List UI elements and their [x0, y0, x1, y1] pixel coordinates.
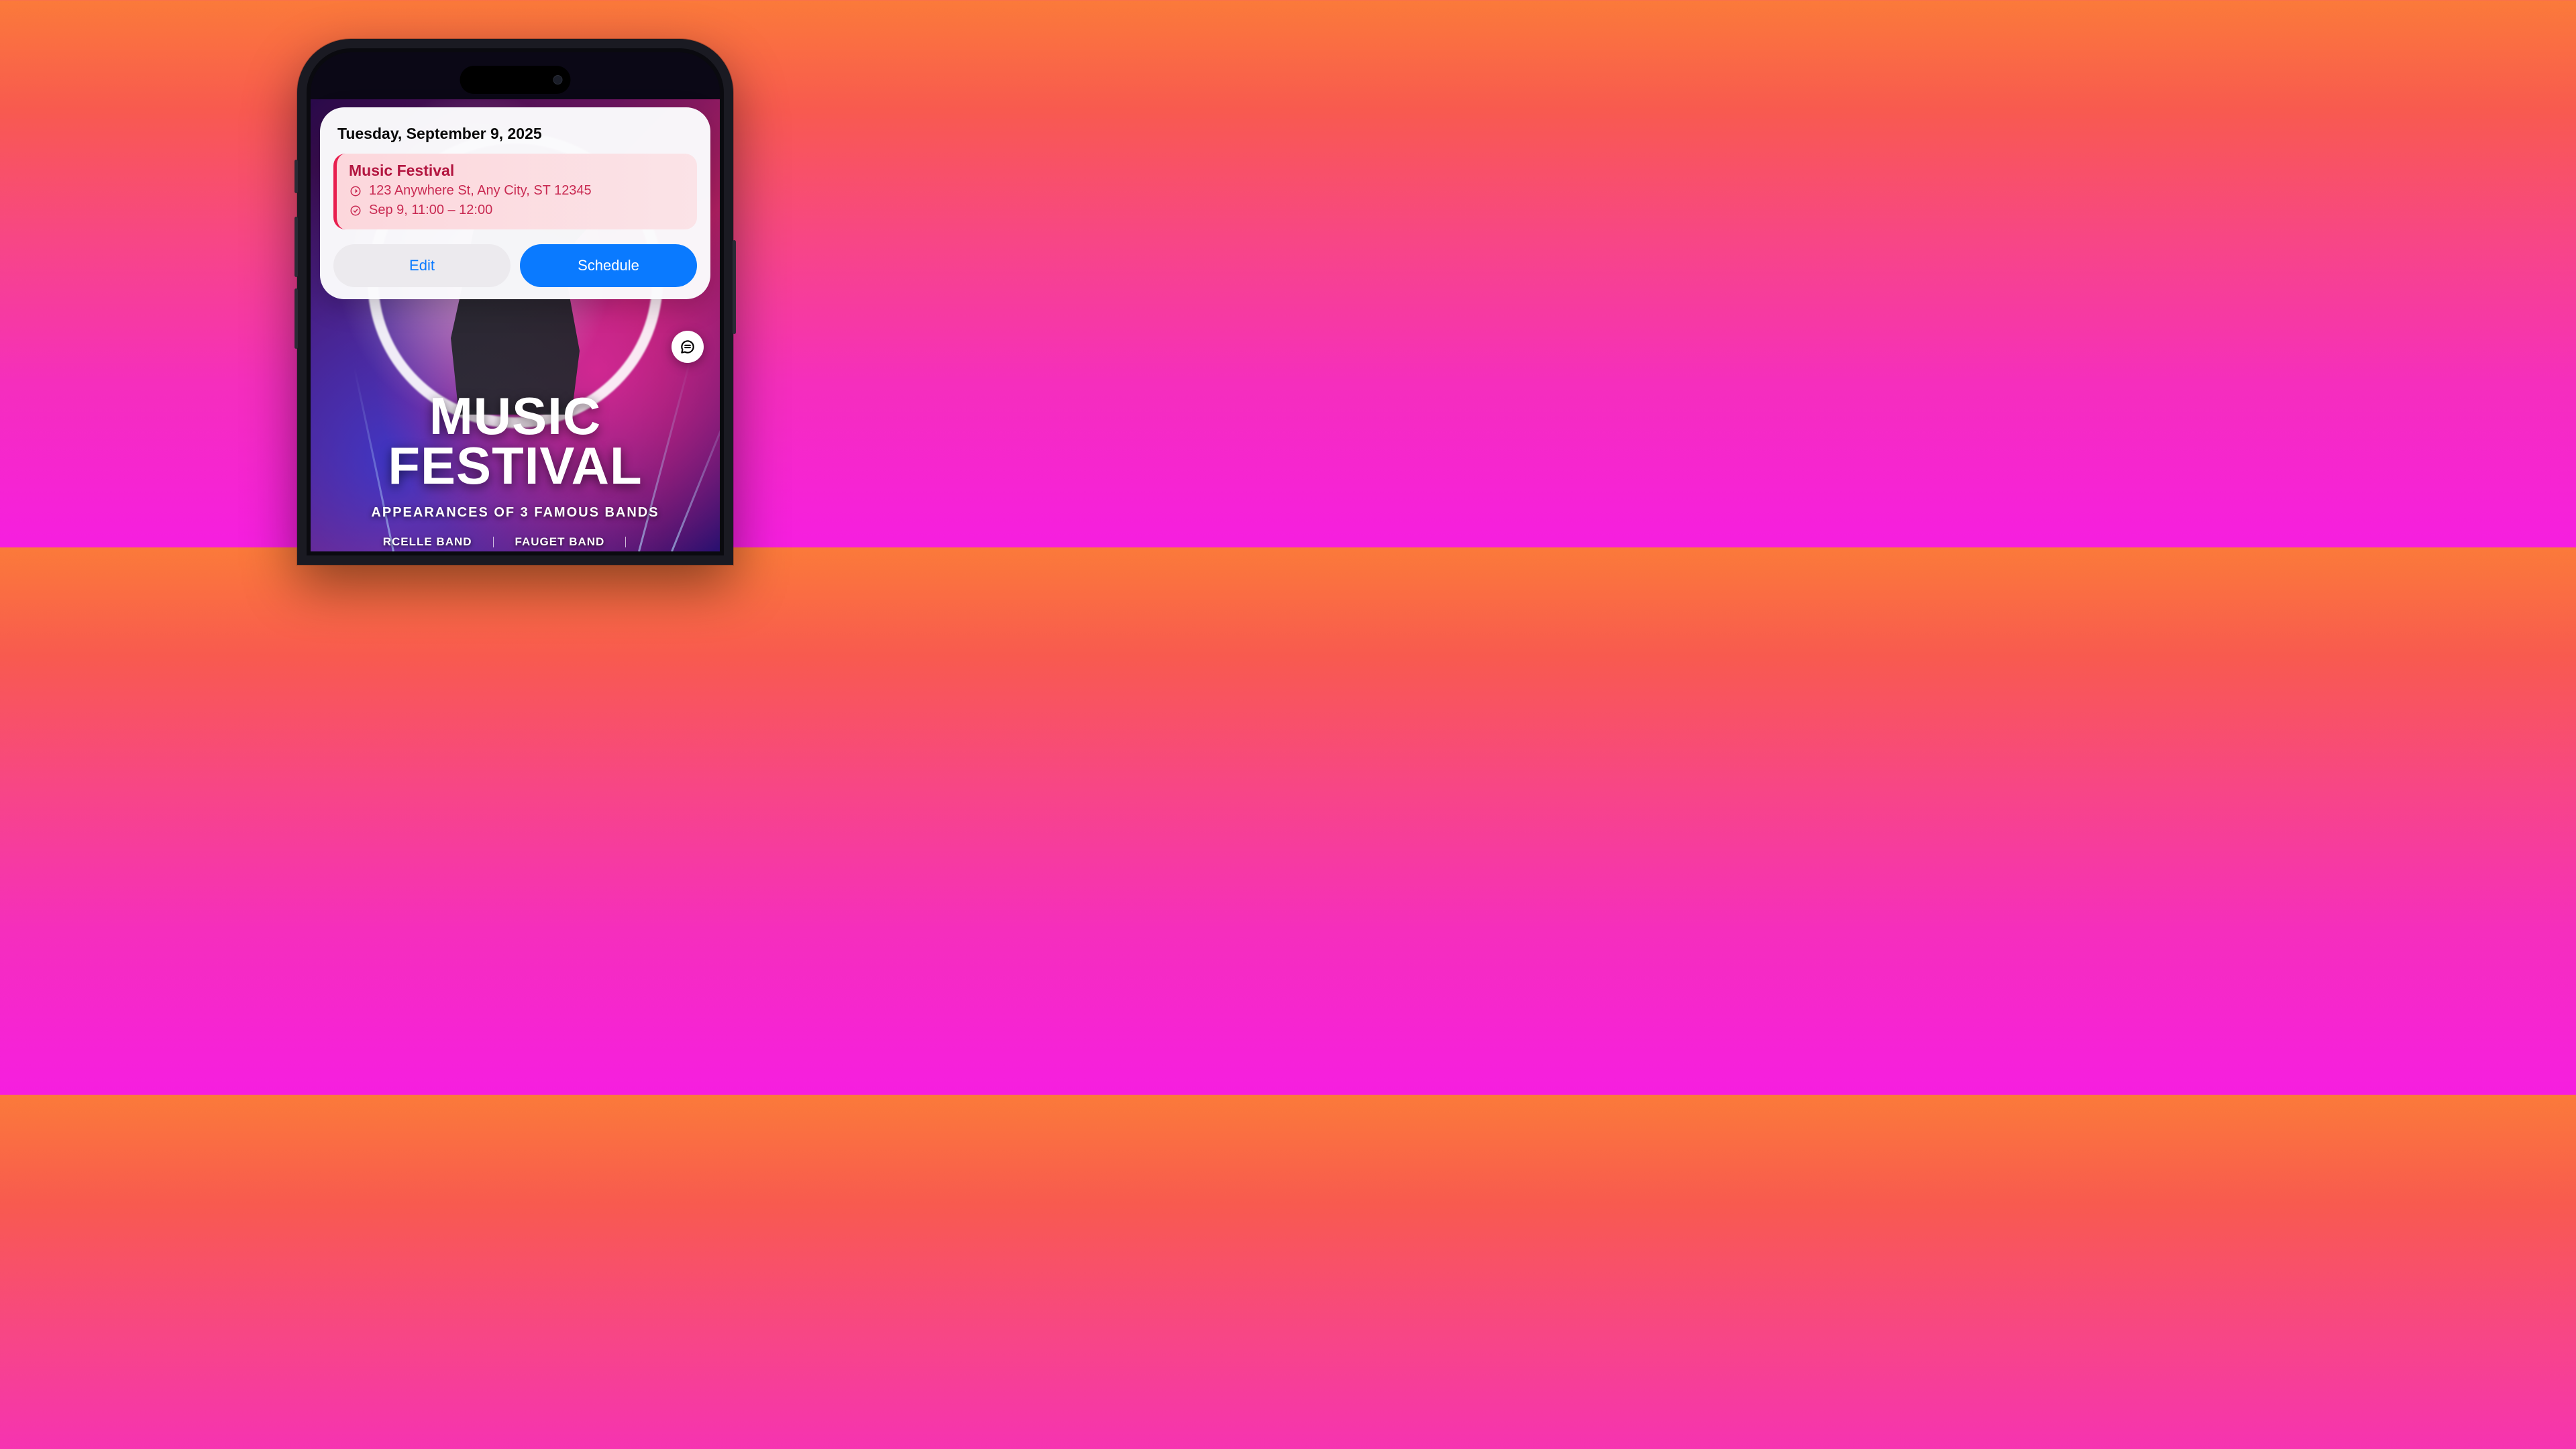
card-button-row: Edit Schedule	[333, 244, 697, 287]
poster-band-1: RCELLE BAND	[375, 535, 480, 549]
schedule-button[interactable]: Schedule	[520, 244, 697, 287]
speech-bubble-icon	[679, 338, 696, 356]
poster-bands-row: RCELLE BAND FAUGET BAND	[311, 535, 720, 549]
poster-band-2: FAUGET BAND	[507, 535, 613, 549]
dynamic-island	[460, 66, 571, 94]
location-icon	[349, 184, 362, 198]
card-date-heading: Tuesday, September 9, 2025	[333, 121, 697, 154]
volume-down-btn-2	[294, 288, 298, 349]
edit-button[interactable]: Edit	[333, 244, 511, 287]
event-location-text: 123 Anywhere St, Any City, ST 12345	[369, 181, 592, 201]
visual-lookup-button[interactable]	[672, 331, 704, 363]
volume-down-btn	[294, 217, 298, 277]
event-title: Music Festival	[349, 162, 685, 180]
poster-band-3	[639, 535, 655, 549]
volume-up-btn	[294, 160, 298, 193]
event-suggestion-card: Tuesday, September 9, 2025 Music Festiva…	[320, 107, 710, 299]
power-btn	[733, 240, 736, 334]
event-time-text: Sep 9, 11:00 – 12:00	[369, 201, 492, 220]
event-block[interactable]: Music Festival 123 Anywhere St, Any City…	[333, 154, 697, 229]
poster-subtitle: APPEARANCES OF 3 FAMOUS BANDS	[311, 505, 720, 521]
phone-frame: MUSIC FESTIVAL APPEARANCES OF 3 FAMOUS B…	[297, 39, 733, 565]
poster-title: MUSIC FESTIVAL	[311, 391, 720, 490]
event-time-row: Sep 9, 11:00 – 12:00	[349, 201, 685, 220]
poster-title-line1: MUSIC	[311, 391, 720, 441]
clock-icon	[349, 204, 362, 217]
event-location-row: 123 Anywhere St, Any City, ST 12345	[349, 181, 685, 201]
poster-title-line2: FESTIVAL	[311, 441, 720, 490]
front-camera-icon	[553, 75, 563, 85]
phone-screen: MUSIC FESTIVAL APPEARANCES OF 3 FAMOUS B…	[311, 52, 720, 551]
